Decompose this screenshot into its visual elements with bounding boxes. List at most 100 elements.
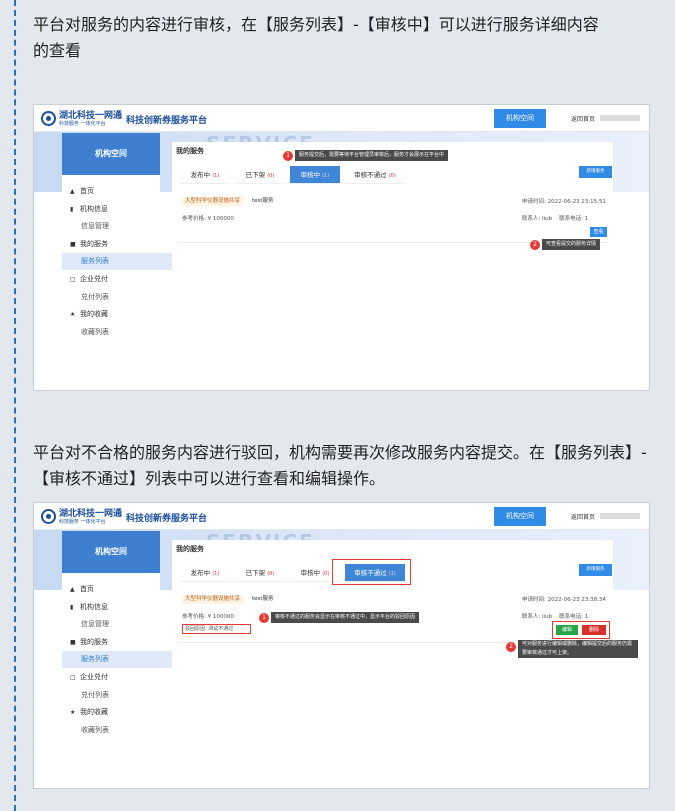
sidebar-item[interactable]: □ 企业兑付 (62, 271, 187, 288)
dashed-timeline-rule (14, 0, 16, 811)
callout-edit-delete: 可对服务进行编辑或删除，编辑提交后的服务仍需要审核通过才可上架。 (518, 640, 638, 658)
sidebar-item[interactable]: 服务列表 (62, 651, 187, 669)
sidebar-item[interactable]: 收藏列表 (62, 324, 187, 341)
sidebar-item[interactable]: □ 企业兑付 (62, 669, 187, 686)
platform-title: 科技创新券服务平台 (126, 514, 208, 524)
tab-count: (0) (267, 571, 275, 577)
home-icon: ▲ (70, 188, 75, 195)
screenshot-rejected: 湖北科技一网通 科技服务 一体化平台 科技创新券服务平台 机构空间 返回首页 S… (33, 502, 650, 789)
view-button[interactable]: 查看 (590, 227, 607, 237)
logo-icon (41, 111, 56, 126)
sidebar-item[interactable]: 信息管理 (62, 218, 187, 235)
tab-label: 发布中 (190, 569, 211, 577)
logo-icon (41, 509, 56, 524)
tab-published[interactable]: 发布中 (1) (180, 166, 230, 184)
new-service-button[interactable]: 新增服务 (579, 166, 612, 178)
home-link[interactable]: 返回首页 (571, 114, 595, 123)
star-icon: ★ (70, 311, 76, 319)
service-name[interactable]: test服务 (252, 197, 274, 206)
sidebar: 机构空间 ▲ 首页 ▮ 机构信息信息管理 ■ 我的服务服务列表 □ 企业兑付兑付列表 ★ 我的收藏… (62, 133, 187, 363)
service-name[interactable]: test服务 (252, 595, 274, 604)
contact-person: 联系人: liub (522, 216, 553, 222)
sidebar-item-label: 信息管理 (81, 620, 109, 629)
sidebar-header: 机构空间 (62, 531, 160, 573)
user-name-redacted (600, 115, 640, 121)
sidebar-item[interactable]: 信息管理 (62, 616, 187, 633)
tab-offline[interactable]: 已下架 (0) (235, 166, 285, 184)
reference-price: 参考价格: ¥ 100000 (182, 216, 234, 222)
screenshot-under-review: 湖北科技一网通 科技服务 一体化平台 科技创新券服务平台 机构空间 返回首页 S… (33, 104, 650, 391)
sidebar-item[interactable]: ■ 我的服务 (62, 634, 187, 651)
tab-count: (1) (212, 173, 220, 179)
logo-subtitle: 科技服务 一体化平台 (59, 121, 106, 127)
sidebar-item-label: 服务列表 (81, 655, 109, 664)
service-category-tag: 大型科学仪器设施共享 (182, 595, 244, 604)
sidebar-item[interactable]: 兑付列表 (62, 687, 187, 704)
tab-published[interactable]: 发布中 (1) (180, 564, 230, 582)
sidebar-item[interactable]: ★ 我的收藏 (62, 704, 187, 721)
tab-rejected[interactable]: 审核不通过 (0) (345, 166, 405, 184)
tab-label: 已下架 (245, 569, 266, 577)
sidebar-item[interactable]: 收藏列表 (62, 722, 187, 739)
contact-info: 联系人: liub 联系电话: 1 (522, 612, 588, 620)
sidebar-item-label: 我的服务 (80, 239, 108, 248)
content-panel: 我的服务 新增服务 发布中 (1) 已下架 (0) 审核中 (1) 审核不通过 … (172, 142, 613, 362)
tab-label: 发布中 (190, 171, 211, 179)
sidebar-item-label: 机构信息 (80, 602, 108, 611)
tab-label: 已下架 (245, 171, 266, 179)
contact-phone: 联系电话: 1 (559, 216, 589, 222)
bar-chart-icon: ▮ (70, 603, 74, 611)
request-time: 申请时间: 2022-06-23 23:15:51 (522, 199, 607, 205)
sidebar-item-label: 收藏列表 (81, 327, 109, 336)
sidebar-item[interactable]: ★ 我的收藏 (62, 306, 187, 323)
grid-icon: ■ (70, 240, 76, 248)
star-icon: ★ (70, 709, 76, 717)
org-space-button[interactable]: 机构空间 (494, 109, 546, 128)
tab-count: (0) (267, 173, 275, 179)
sidebar-item[interactable]: ▮ 机构信息 (62, 599, 187, 616)
tab-count: (1) (322, 173, 330, 179)
contact-person: 联系人: liub (522, 614, 553, 620)
tab-label: 审核中 (300, 569, 321, 577)
new-service-button[interactable]: 新增服务 (579, 564, 612, 576)
tab-count: (0) (388, 173, 396, 179)
sidebar-item[interactable]: ▮ 机构信息 (62, 201, 187, 218)
callout-badge-1: 1 (259, 613, 269, 623)
callout-review-note: 服务提交后，需要等待平台管理员审核后，服务才会展示在平台中 (295, 150, 449, 161)
tab-offline[interactable]: 已下架 (0) (235, 564, 285, 582)
platform-title: 科技创新券服务平台 (126, 116, 208, 126)
sidebar-item[interactable]: 兑付列表 (62, 289, 187, 306)
bar-chart-icon: ▮ (70, 205, 74, 213)
reject-reason: 驳回原因: 测试不通过 (182, 624, 251, 634)
sidebar-item[interactable]: ▲ 首页 (62, 183, 187, 200)
sidebar: 机构空间 ▲ 首页 ▮ 机构信息信息管理 ■ 我的服务服务列表 □ 企业兑付兑付列表 ★ 我的收藏… (62, 531, 187, 761)
sidebar-item-label: 我的收藏 (80, 708, 108, 717)
intro-text-review: 平台对服务的内容进行审核，在【服务列表】-【审核中】可以进行服务详细内容 的查看 (33, 15, 599, 60)
sidebar-item-label: 首页 (80, 187, 94, 195)
sidebar-item[interactable]: 服务列表 (62, 253, 187, 271)
org-space-button[interactable]: 机构空间 (494, 507, 546, 526)
square-icon: □ (70, 276, 76, 283)
sidebar-item-label: 企业兑付 (80, 275, 108, 283)
sidebar-item-label: 我的收藏 (80, 310, 108, 319)
sidebar-item[interactable]: ■ 我的服务 (62, 236, 187, 253)
sidebar-item-label: 服务列表 (81, 257, 109, 266)
logo-subtitle: 科技服务 一体化平台 (59, 519, 106, 525)
tab-label: 审核中 (300, 171, 321, 179)
site-header: 湖北科技一网通 科技服务 一体化平台 科技创新券服务平台 机构空间 返回首页 (34, 503, 649, 530)
sidebar-item-label: 企业兑付 (80, 673, 108, 681)
home-link[interactable]: 返回首页 (571, 512, 595, 521)
site-header: 湖北科技一网通 科技服务 一体化平台 科技创新券服务平台 机构空间 返回首页 (34, 105, 649, 132)
callout-view-details: 可查看提交的服务详情 (542, 239, 601, 250)
square-icon: □ (70, 674, 76, 681)
sidebar-item[interactable]: ▲ 首页 (62, 581, 187, 598)
tab-under-review[interactable]: 审核中 (1) (290, 166, 340, 184)
user-name-redacted (600, 513, 640, 519)
sidebar-item-label: 我的服务 (80, 637, 108, 646)
sidebar-item-label: 收藏列表 (81, 725, 109, 734)
sidebar-header: 机构空间 (62, 133, 160, 175)
tab-count: (1) (212, 571, 220, 577)
sidebar-item-label: 机构信息 (80, 204, 108, 213)
service-category-tag: 大型科学仪器设施共享 (182, 197, 244, 206)
highlight-box-actions (552, 621, 610, 639)
